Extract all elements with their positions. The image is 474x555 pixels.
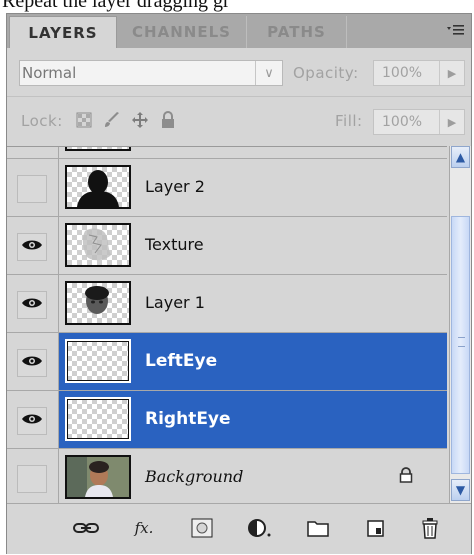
layer-thumbnail	[65, 165, 131, 209]
eye-icon[interactable]	[21, 238, 43, 252]
layer-name: Layer 1	[145, 293, 205, 312]
eye-icon[interactable]	[21, 296, 43, 310]
tab-channels[interactable]: CHANNELS	[117, 16, 247, 48]
layer-name: Texture	[145, 235, 204, 254]
layer-name: LeftEye	[145, 351, 218, 371]
lock-all-icon[interactable]	[159, 111, 177, 129]
fx-icon[interactable]: fx.	[131, 516, 157, 540]
chevron-right-icon[interactable]: ▶	[439, 61, 464, 85]
lock-label: Lock:	[21, 112, 63, 130]
page-caption: Repeat the layer dragging gr	[2, 0, 230, 12]
fill-value: 100%	[382, 114, 423, 130]
layer-list-scrollbar[interactable]: ▲ ▼	[449, 146, 471, 503]
visibility-cell[interactable]	[7, 275, 59, 332]
lock-transparency-icon[interactable]	[75, 111, 93, 129]
layer-thumbnail	[65, 455, 131, 499]
layer-thumbnail	[65, 281, 131, 325]
fill-field[interactable]: 100% ▶	[373, 109, 465, 135]
visibility-cell[interactable]	[7, 159, 59, 216]
folder-icon[interactable]	[305, 516, 331, 540]
layer-row[interactable]: Texture	[7, 217, 447, 275]
layer-row[interactable]: Layer 2	[7, 159, 447, 217]
layer-row[interactable]: Layer 1	[7, 275, 447, 333]
link-icon[interactable]	[73, 516, 99, 540]
layer-list: Layer 2 Texture Layer 1 LeftEye RightEye…	[7, 146, 447, 504]
layers-bottom-toolbar: fx.	[7, 503, 471, 554]
layer-thumbnail	[65, 339, 131, 383]
layer-thumbnail	[65, 147, 131, 151]
layer-row[interactable]: Background	[7, 449, 447, 504]
layer-name: Background	[145, 467, 244, 486]
visibility-cell[interactable]	[7, 217, 59, 274]
visibility-cell[interactable]	[7, 391, 59, 448]
layer-thumbnail	[65, 223, 131, 267]
new-layer-icon[interactable]	[363, 516, 389, 540]
layer-name: RightEye	[145, 409, 231, 429]
layer-row-selected[interactable]: LeftEye	[7, 333, 447, 391]
mask-icon[interactable]	[189, 516, 215, 540]
scroll-up-button[interactable]: ▲	[451, 146, 470, 168]
blend-mode-select[interactable]: Normal ∨	[19, 60, 283, 86]
layer-row-partial[interactable]	[7, 147, 447, 159]
opacity-field[interactable]: 100% ▶	[373, 60, 465, 86]
lock-pixels-brush-icon[interactable]	[103, 111, 121, 129]
chevron-right-icon[interactable]: ▶	[439, 110, 464, 134]
layer-row-selected[interactable]: RightEye	[7, 391, 447, 449]
lock-row: Lock: Fill: 100% ▶	[7, 96, 471, 147]
scrollbar-thumb[interactable]	[451, 216, 470, 474]
lock-icon	[399, 467, 413, 487]
adjustment-icon[interactable]	[247, 516, 273, 540]
scroll-down-button[interactable]: ▼	[451, 479, 470, 501]
eye-icon[interactable]	[21, 412, 43, 426]
blend-row: Normal ∨ Opacity: 100% ▶	[7, 48, 471, 96]
eye-icon[interactable]	[21, 354, 43, 368]
blend-mode-value: Normal	[22, 64, 77, 82]
lock-position-move-icon[interactable]	[131, 111, 149, 129]
layers-panel: LAYERS CHANNELS PATHS Normal ∨ Opacity: …	[6, 13, 472, 554]
opacity-label: Opacity:	[293, 64, 359, 82]
tab-layers[interactable]: LAYERS	[9, 16, 117, 48]
tab-paths[interactable]: PATHS	[247, 16, 347, 48]
fill-label: Fill:	[335, 112, 363, 130]
panel-tab-bar: LAYERS CHANNELS PATHS	[7, 14, 471, 48]
layer-name: Layer 2	[145, 177, 205, 196]
visibility-cell[interactable]	[7, 449, 59, 504]
chevron-down-icon[interactable]: ∨	[255, 61, 282, 85]
layer-thumbnail	[65, 397, 131, 441]
trash-icon[interactable]	[417, 516, 443, 540]
opacity-value: 100%	[382, 65, 423, 81]
panel-menu-icon[interactable]	[445, 22, 465, 38]
visibility-cell[interactable]	[7, 333, 59, 390]
